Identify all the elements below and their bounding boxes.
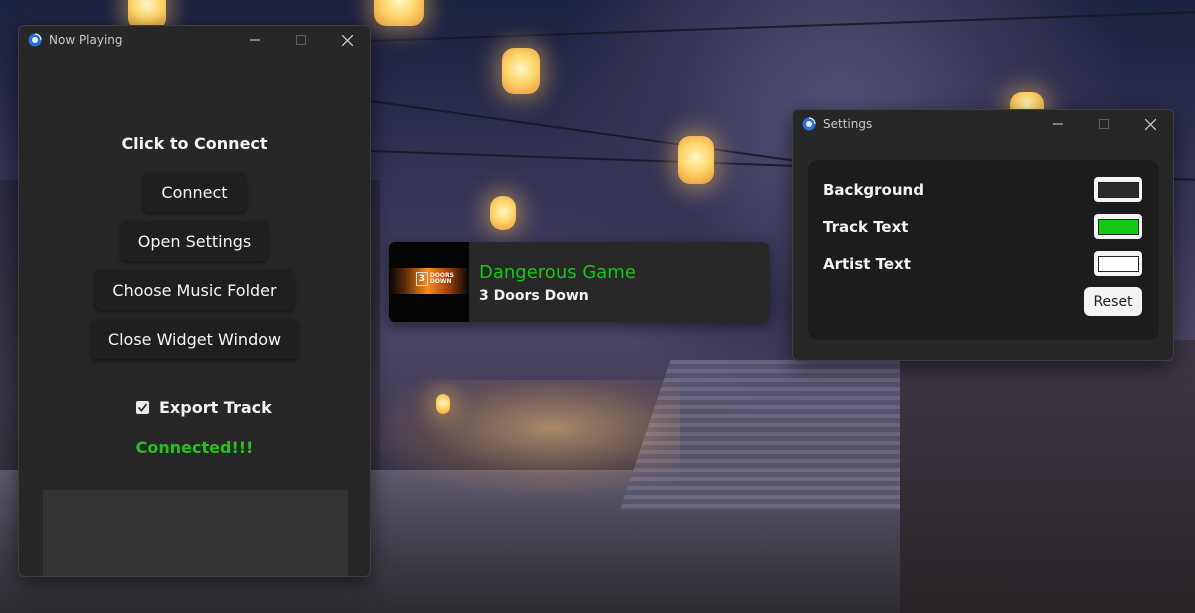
window-title: Now Playing — [49, 33, 123, 47]
album-art: 3 DOORS DOWN — [389, 242, 469, 322]
app-icon — [28, 33, 42, 47]
wallpaper-lantern — [436, 394, 450, 414]
window-controls — [1035, 110, 1173, 138]
maximize-icon — [296, 35, 306, 45]
settings-card: Background Track Text Artist Text Reset — [808, 160, 1159, 340]
wallpaper-lantern — [502, 48, 540, 94]
open-settings-button[interactable]: Open Settings — [121, 221, 268, 261]
empty-panel — [43, 490, 348, 576]
wallpaper-lantern — [490, 196, 516, 230]
artist-name: 3 Doors Down — [479, 288, 589, 304]
checkmark-icon — [137, 403, 148, 412]
album-logo-number: 3 — [416, 272, 428, 286]
background-color-picker[interactable] — [1094, 177, 1142, 202]
artist-text-color-swatch — [1097, 255, 1139, 272]
minimize-button[interactable] — [1035, 110, 1081, 138]
window-title: Settings — [823, 117, 873, 131]
minimize-button[interactable] — [232, 26, 278, 54]
wallpaper-lantern — [374, 0, 424, 26]
window-controls — [232, 26, 370, 54]
track-title: Dangerous Game — [479, 262, 636, 283]
maximize-button[interactable] — [1081, 110, 1127, 138]
export-track-checkbox[interactable] — [136, 401, 149, 414]
artist-text-color-picker[interactable] — [1094, 251, 1142, 276]
now-playing-window: Now Playing Click to Connect Connect Ope… — [18, 25, 371, 577]
close-button[interactable] — [1127, 110, 1173, 138]
settings-window: Settings Background Track Text Artist Te… — [792, 109, 1174, 361]
minimize-icon — [250, 39, 260, 41]
maximize-icon — [1099, 119, 1109, 129]
now-playing-titlebar[interactable]: Now Playing — [19, 26, 370, 54]
choose-music-folder-button[interactable]: Choose Music Folder — [95, 270, 294, 310]
now-playing-body: Click to Connect Connect Open Settings C… — [19, 54, 370, 576]
export-track-row: Export Track — [136, 398, 272, 417]
background-color-swatch — [1097, 181, 1139, 198]
connect-button[interactable]: Connect — [143, 172, 246, 212]
wallpaper-building-right — [900, 340, 1195, 613]
close-widget-window-button[interactable]: Close Widget Window — [91, 319, 298, 359]
wallpaper-lantern — [678, 136, 714, 184]
setting-label-artist-text: Artist Text — [823, 255, 911, 273]
reset-button[interactable]: Reset — [1084, 287, 1142, 316]
wallpaper-market-glow — [360, 380, 680, 500]
setting-label-track-text: Track Text — [823, 218, 909, 236]
settings-titlebar[interactable]: Settings — [793, 110, 1173, 138]
connection-status: Connected!!! — [135, 438, 254, 457]
track-text-color-swatch — [1097, 218, 1139, 235]
track-text-color-picker[interactable] — [1094, 214, 1142, 239]
now-playing-widget: 3 DOORS DOWN Dangerous Game 3 Doors Down — [389, 242, 769, 322]
close-icon — [1144, 118, 1156, 130]
maximize-button[interactable] — [278, 26, 324, 54]
album-logo-text: DOORS DOWN — [429, 272, 454, 285]
setting-label-background: Background — [823, 181, 924, 199]
album-logo: 3 DOORS DOWN — [416, 272, 469, 286]
export-track-label: Export Track — [159, 398, 272, 417]
close-icon — [341, 34, 353, 46]
connect-heading: Click to Connect — [121, 134, 268, 153]
app-icon — [802, 117, 816, 131]
minimize-icon — [1053, 123, 1063, 125]
close-button[interactable] — [324, 26, 370, 54]
